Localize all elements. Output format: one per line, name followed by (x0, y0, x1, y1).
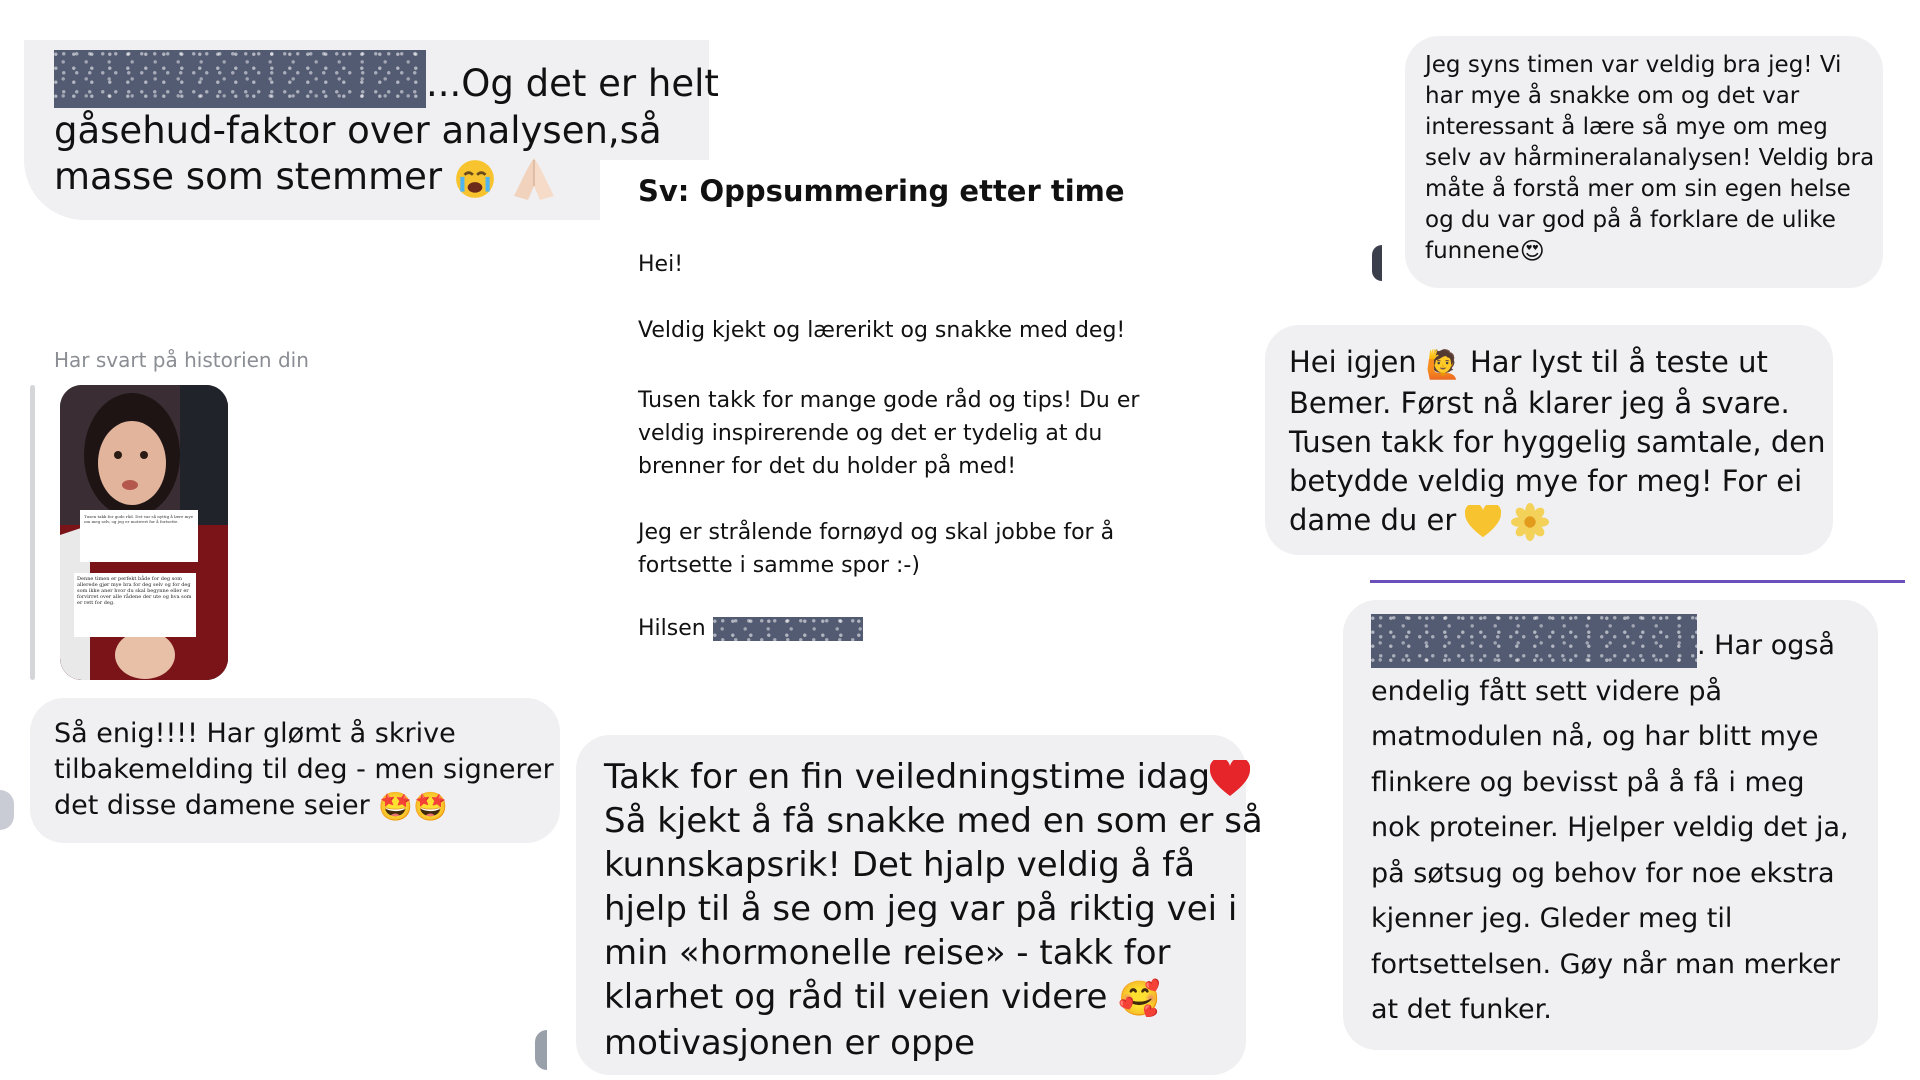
smiling-face-with-hearts-icon: 🥰 (1118, 978, 1161, 1019)
folded-hands-icon (513, 157, 554, 200)
message-bubble-right-1: Jeg syns timen var veldig bra jeg! Vi ha… (1405, 36, 1883, 288)
email-panel: Sv: Oppsummering etter time Hei! Veldig … (600, 160, 1140, 680)
redacted-name (54, 50, 426, 108)
email-paragraph-2: Tusen takk for mange gode råd og tips! D… (638, 388, 1140, 479)
avatar-partial (0, 790, 14, 830)
avatar-partial (535, 1030, 547, 1070)
star-struck-icon: 🤩 (378, 789, 414, 823)
email-paragraph-3: Jeg er strålende fornøyd og skal jobbe f… (638, 520, 1115, 578)
story-reply-caption: Har svart på historien din (54, 348, 309, 372)
email-signoff: Hilsen (638, 616, 863, 641)
story-thumbnail[interactable]: Tusen takk for gode råd. Det var så nytt… (60, 385, 228, 680)
email-paragraph-1: Veldig kjekt og lærerikt og snakke med d… (638, 318, 1126, 343)
story-text-card-top: Tusen takk for gode råd. Det var så nytt… (80, 510, 198, 562)
redacted-name (712, 617, 863, 641)
star-struck-icon: 🤩 (413, 789, 449, 823)
crying-face-icon (455, 159, 494, 198)
redacted-name (1371, 614, 1697, 668)
avatar-partial (1372, 245, 1382, 281)
story-reply-bubble: Så enig!!!! Har glømt å skrive tilbakeme… (30, 698, 560, 843)
email-subject: Sv: Oppsummering etter time (638, 174, 1125, 208)
blossom-icon (1510, 502, 1549, 541)
email-greeting: Hei! (638, 252, 684, 277)
story-text-card-bottom: Denne timen er perfekt både for deg som … (74, 573, 196, 637)
divider-line (1370, 580, 1905, 583)
heart-eyes-icon: 😍 (1519, 237, 1545, 265)
message-bubble-right-2: Hei igjen 🙋 Har lyst til å teste ut Beme… (1265, 325, 1833, 555)
message-bubble-center: Takk for en fin veiledningstime idag Så … (576, 735, 1263, 1075)
raising-hand-icon: 🙋 (1425, 347, 1461, 381)
story-reply-bar (30, 385, 35, 680)
red-heart-icon (1210, 759, 1251, 796)
message-bubble-right-3: . Har også endelig fått sett videre på m… (1343, 600, 1878, 1050)
yellow-heart-icon (1465, 504, 1502, 537)
